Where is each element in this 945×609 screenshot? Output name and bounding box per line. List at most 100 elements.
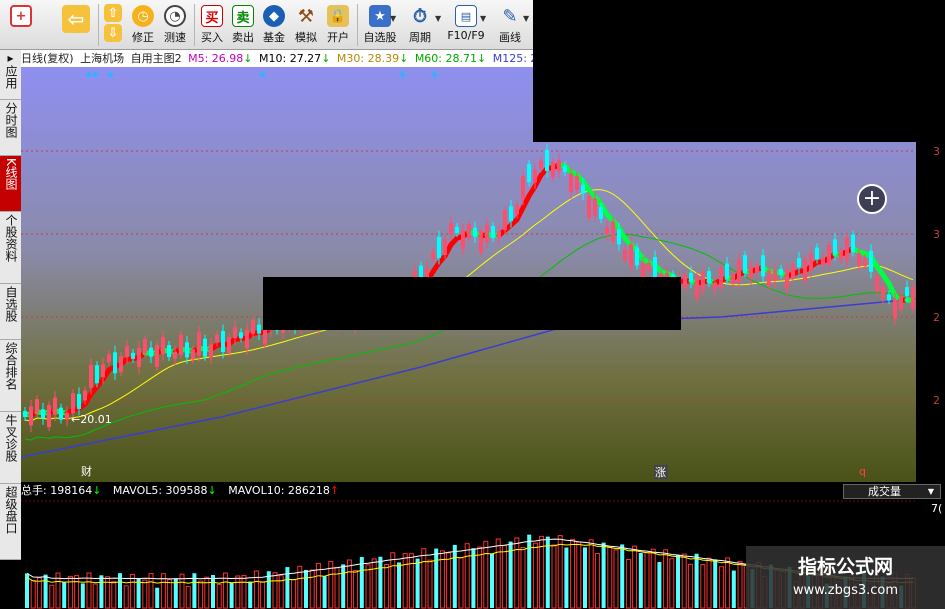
formula-name[interactable]: 自用主图2	[131, 52, 182, 65]
candle-body	[119, 356, 123, 373]
marker-diamond[interactable]: ◆	[431, 70, 438, 80]
open-account-button[interactable]: 🔒 开户	[324, 2, 352, 48]
f10-button[interactable]: ▤ F10/F9	[446, 2, 486, 48]
toolbar: + ⇦ ⇧ ⇩ ◷ 修正 ◔ 测速 买 买入 卖 卖出 ◆ 基金 ⚒ 模拟 🔒 …	[0, 0, 533, 50]
candle-body	[689, 272, 693, 282]
draw-line-label: 画线	[499, 31, 521, 44]
indicator-select[interactable]: 成交量 ▼	[843, 484, 941, 499]
back-button[interactable]: ⇦	[60, 2, 92, 48]
down-arrow-icon[interactable]: ⇩	[104, 24, 122, 42]
zoom-in-button[interactable]: +	[857, 184, 887, 214]
marker-q[interactable]: q	[859, 465, 866, 478]
candle-body	[35, 399, 39, 414]
simulate-icon: ⚒	[297, 5, 315, 27]
buy-label: 买入	[201, 31, 223, 44]
marker-diamond[interactable]: ◆	[399, 70, 406, 80]
marker-cai[interactable]: 财	[81, 464, 92, 478]
candle-body	[485, 224, 489, 242]
candle-body	[89, 364, 93, 388]
candle-body	[65, 412, 69, 420]
candle-body	[893, 299, 897, 319]
volume-bar	[397, 562, 401, 608]
tab-apps[interactable]: ▸ 应用	[0, 50, 21, 100]
marker-diamond[interactable]: ◆	[107, 70, 114, 80]
candle-body	[767, 270, 771, 287]
f10-dropdown-icon[interactable]: ▼	[480, 14, 486, 23]
page-up-down-buttons[interactable]: ⇧ ⇩	[102, 2, 124, 48]
period-button[interactable]: ⏱ 周期	[404, 2, 436, 48]
candle-body	[107, 354, 111, 363]
redacted-region	[533, 50, 945, 142]
tab-ranking[interactable]: 综合排名	[0, 340, 21, 412]
tab-diagnosis-label: 牛叉诊股	[4, 414, 18, 462]
candle-body	[95, 365, 99, 384]
marker-zhang[interactable]: 涨	[655, 466, 666, 479]
draw-line-button[interactable]: ✎ 画线	[494, 2, 526, 48]
volume-bar	[229, 582, 234, 608]
candle-body	[227, 336, 231, 353]
marker-diamond[interactable]: ◆	[259, 70, 266, 80]
period-icon: ⏱	[412, 5, 428, 27]
new-window-button[interactable]: +	[3, 2, 39, 48]
volume-bar	[545, 536, 550, 608]
candle-body	[497, 231, 501, 239]
watchlist-dropdown-icon[interactable]: ▼	[390, 14, 396, 23]
candle-body	[773, 269, 777, 281]
lock-icon: 🔒	[327, 5, 349, 27]
candle-body	[53, 397, 57, 415]
candle-body	[635, 247, 639, 266]
f10-label: F10/F9	[447, 29, 485, 42]
volume-bar	[155, 587, 160, 608]
revise-button[interactable]: ◷ 修正	[128, 2, 158, 48]
sell-label: 卖出	[232, 31, 254, 44]
candle-body	[155, 345, 159, 368]
candle-body	[833, 239, 837, 255]
candle-body	[695, 276, 699, 299]
candle-body	[233, 327, 237, 339]
up-arrow-icon[interactable]: ⇧	[104, 4, 122, 22]
candle-body	[125, 346, 129, 358]
ma5-value: M5: 26.98	[188, 52, 244, 65]
ma-info-bar: 日线(复权) 上海机场 自用主图2 M5: 26.98↓ M10: 27.27↓…	[21, 50, 533, 67]
tab-diagnosis[interactable]: 牛叉诊股	[0, 412, 21, 484]
period-label: 周期	[409, 31, 431, 44]
ma5-dir-icon: ↓	[243, 52, 253, 65]
candle-body	[143, 339, 147, 354]
candle-body	[611, 221, 615, 242]
tab-intraday[interactable]: 分时图	[0, 100, 21, 156]
draw-line-dropdown-icon[interactable]: ▼	[523, 14, 529, 23]
candle-body	[101, 364, 105, 378]
period-dropdown-icon[interactable]: ▼	[435, 14, 441, 23]
candle-body	[719, 267, 723, 288]
candle-body	[737, 259, 741, 283]
watchlist-button[interactable]: ★ 自选股	[361, 2, 399, 48]
price-axis-label: 3	[933, 145, 940, 158]
candle-body	[167, 345, 171, 358]
candle-body	[47, 405, 51, 428]
fund-button[interactable]: ◆ 基金	[260, 2, 288, 48]
tab-kline[interactable]: K线图	[0, 156, 21, 212]
volume-info-bar: 总手: 198164↓ MAVOL5: 309588↓ MAVOL10: 286…	[21, 482, 945, 500]
candle-body	[803, 258, 807, 281]
tab-watchlist[interactable]: 自选股	[0, 284, 21, 340]
volume-bar	[248, 581, 253, 608]
tab-stock-info-label: 个股资料	[4, 214, 18, 262]
sell-button[interactable]: 卖 卖出	[229, 2, 257, 48]
ma30-value: M30: 28.39	[336, 52, 400, 65]
volume-bar	[527, 534, 532, 608]
tab-stock-info[interactable]: 个股资料	[0, 212, 21, 284]
candle-body	[191, 349, 195, 360]
ma125-value: M125: 2	[492, 52, 533, 65]
period-mode[interactable]: 日线(复权)	[21, 52, 74, 65]
marker-diamond[interactable]: ◆◆	[85, 70, 99, 80]
candle-body	[245, 329, 249, 349]
speed-test-button[interactable]: ◔ 测速	[160, 2, 190, 48]
candle-body	[587, 195, 591, 218]
mavol5-dir-icon: ↓	[207, 484, 217, 497]
simulate-button[interactable]: ⚒ 模拟	[292, 2, 320, 48]
pencil-icon: ✎	[502, 5, 518, 27]
candle-body	[239, 332, 243, 339]
candle-body	[59, 407, 63, 420]
buy-button[interactable]: 买 买入	[198, 2, 226, 48]
tab-super-quote[interactable]: 超级盘口	[0, 484, 21, 560]
